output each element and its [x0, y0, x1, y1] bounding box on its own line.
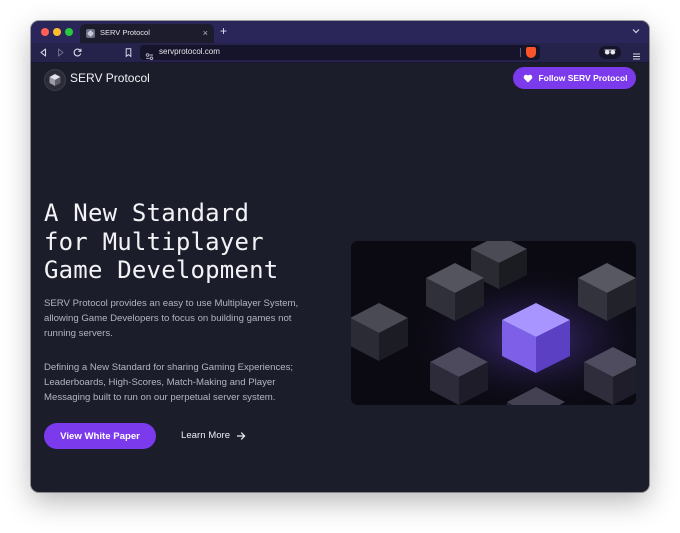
hero-title-line: A New Standard [44, 199, 250, 227]
description-line: allowing Game Developers to focus on bui… [44, 313, 292, 324]
hero-title-line: for Multiplayer [44, 227, 264, 256]
minimize-window-button[interactable] [53, 28, 61, 36]
page-content: SERV Protocol Follow SERV Protocol A New… [31, 63, 649, 492]
browser-window: SERV Protocol × + servprotocol.com SERV … [31, 21, 649, 492]
reload-icon[interactable] [72, 47, 83, 58]
serv-logo-icon[interactable] [44, 69, 66, 91]
address-bar[interactable]: servprotocol.com [140, 45, 540, 61]
zoom-window-button[interactable] [65, 28, 73, 36]
brave-shields-icon[interactable] [526, 47, 536, 58]
arrow-right-icon [237, 431, 246, 440]
serv-logo-icon [86, 29, 95, 38]
tab-title: SERV Protocol [100, 28, 150, 37]
description-line: SERV Protocol provides an easy to use Mu… [44, 298, 299, 309]
hamburger-icon[interactable] [632, 48, 641, 60]
description-line: running servers. [44, 328, 113, 339]
url-divider [520, 48, 521, 57]
hero-description: SERV Protocol provides an easy to use Mu… [44, 296, 344, 341]
tab-close-icon[interactable]: × [203, 27, 208, 39]
chevron-down-icon[interactable] [632, 27, 640, 35]
url-text: servprotocol.com [159, 47, 220, 56]
close-window-button[interactable] [41, 28, 49, 36]
browser-toolbar: servprotocol.com [31, 43, 649, 63]
view-white-paper-button[interactable]: View White Paper [44, 423, 156, 449]
tab-serv-protocol[interactable]: SERV Protocol × [80, 24, 214, 43]
hero-cubes-image [351, 241, 636, 405]
hero-title: A New Standard for Multiplayer Game Deve… [44, 199, 278, 285]
tab-strip: SERV Protocol × + [31, 21, 649, 43]
follow-button[interactable]: Follow SERV Protocol [513, 67, 636, 89]
new-tab-button[interactable]: + [220, 24, 227, 38]
features-line: Messaging built to run on our perpetual … [44, 392, 276, 403]
follow-button-label: Follow SERV Protocol [538, 73, 628, 83]
learn-more-label: Learn More [181, 430, 231, 441]
hero-title-line: Game Development [44, 256, 279, 284]
learn-more-link[interactable]: Learn More [181, 430, 246, 441]
bookmark-icon[interactable] [123, 47, 134, 58]
sunglasses-icon[interactable] [599, 46, 621, 59]
features-line: Leaderboards, High-Scores, Match-Making … [44, 377, 276, 388]
forward-icon[interactable] [55, 47, 66, 58]
back-icon[interactable] [38, 47, 49, 58]
features-line: Defining a New Standard for sharing Gami… [44, 362, 294, 373]
site-info-icon[interactable] [145, 48, 154, 61]
hero-features: Defining a New Standard for sharing Gami… [44, 360, 344, 405]
brand-name[interactable]: SERV Protocol [70, 71, 150, 85]
heart-icon [524, 74, 533, 82]
